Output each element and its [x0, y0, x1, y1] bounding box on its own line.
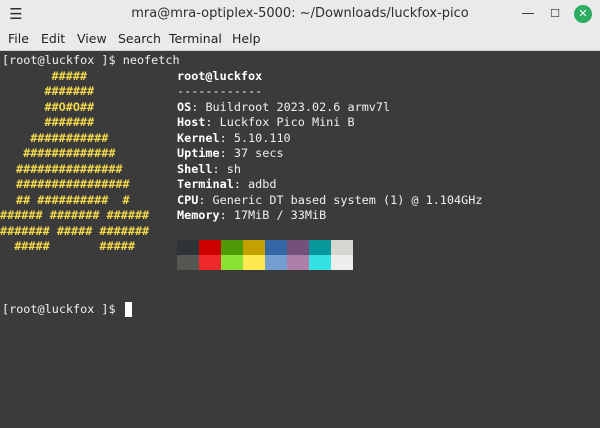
- menu-edit[interactable]: Edit: [41, 32, 65, 46]
- logo-line: #############: [16, 146, 116, 160]
- prompt: [root@luckfox ]$: [2, 53, 123, 67]
- info-cpu: CPU: Generic DT based system (1) @ 1.104…: [177, 193, 483, 207]
- menu-terminal[interactable]: Terminal: [169, 32, 222, 46]
- palette-swatch: [331, 240, 353, 255]
- palette-swatch: [331, 255, 353, 270]
- terminal-output[interactable]: [root@luckfox ]$ neofetch ##### ####### …: [0, 51, 600, 428]
- info-shell: Shell: sh: [177, 162, 241, 176]
- logo-line: ################: [16, 177, 130, 191]
- palette-swatch: [265, 255, 287, 270]
- logo-line: ## ########## #: [16, 193, 130, 207]
- palette-swatch: [287, 255, 309, 270]
- palette-swatch: [243, 240, 265, 255]
- palette-swatch: [221, 240, 243, 255]
- info-uptime: Uptime: 37 secs: [177, 146, 284, 160]
- info-os: OS: Buildroot 2023.02.6 armv7l: [177, 100, 391, 114]
- command-line: [root@luckfox ]$ neofetch: [2, 53, 180, 69]
- palette-swatch: [177, 240, 199, 255]
- menu-bar: File Edit View Search Terminal Help: [0, 28, 600, 51]
- menu-search[interactable]: Search: [118, 32, 161, 46]
- info-kernel: Kernel: 5.10.110: [177, 131, 291, 145]
- menu-view[interactable]: View: [77, 32, 107, 46]
- user-host: root@luckfox: [177, 69, 263, 83]
- palette-swatch: [287, 240, 309, 255]
- menu-help[interactable]: Help: [232, 32, 261, 46]
- logo-line: ###############: [16, 162, 123, 176]
- close-icon[interactable]: ✕: [574, 5, 592, 23]
- logo-line: #######: [16, 84, 95, 98]
- logo-line: #######: [16, 115, 95, 129]
- logo-line: ##O#O##: [16, 100, 95, 114]
- palette-swatch: [199, 255, 221, 270]
- window-title: mra@mra-optiplex-5000: ~/Downloads/luckf…: [131, 6, 469, 21]
- palette-swatch: [177, 255, 199, 270]
- palette-swatch: [265, 240, 287, 255]
- palette-swatch: [309, 240, 331, 255]
- palette-swatch: [199, 240, 221, 255]
- separator: ------------: [177, 84, 263, 98]
- palette-swatch: [221, 255, 243, 270]
- terminal-window: ☰ mra@mra-optiplex-5000: ~/Downloads/luc…: [0, 0, 600, 428]
- minimize-icon[interactable]: —: [519, 5, 537, 23]
- logo-line: ####### ##### #######: [0, 224, 150, 238]
- logo-line: ##### #####: [0, 239, 135, 253]
- palette-swatch: [309, 255, 331, 270]
- info-terminal: Terminal: adbd: [177, 177, 277, 191]
- logo-line: ###### ####### ######: [0, 208, 150, 222]
- info-host: Host: Luckfox Pico Mini B: [177, 115, 355, 129]
- logo-line: #####: [16, 69, 88, 83]
- info-memory: Memory: 17MiB / 33MiB: [177, 208, 327, 222]
- title-bar: ☰ mra@mra-optiplex-5000: ~/Downloads/luc…: [0, 0, 600, 28]
- maximize-icon[interactable]: ☐: [546, 5, 564, 23]
- final-prompt: [root@luckfox ]$: [2, 302, 123, 316]
- menu-file[interactable]: File: [8, 32, 29, 46]
- text-cursor: [125, 302, 132, 317]
- palette-swatch: [243, 255, 265, 270]
- logo-line: ###########: [16, 131, 109, 145]
- command: neofetch: [122, 53, 180, 67]
